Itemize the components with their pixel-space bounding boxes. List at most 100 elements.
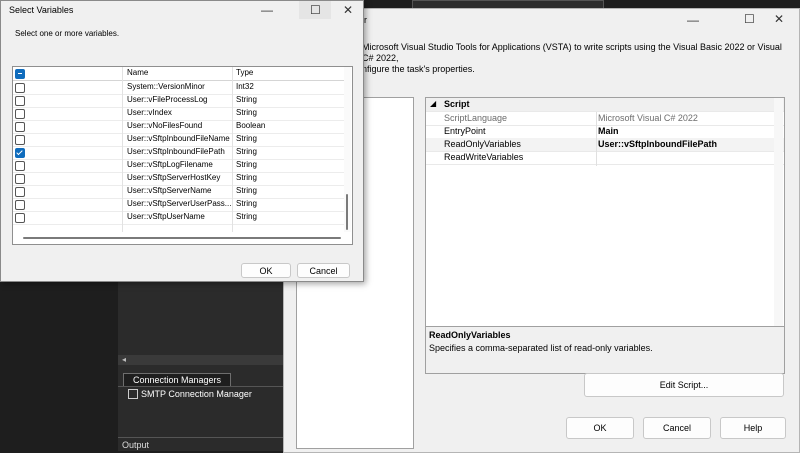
- variable-checkbox[interactable]: [15, 174, 25, 184]
- select-variables-dialog: Select Variables — ☐ ✕ Select one or mor…: [0, 0, 364, 282]
- property-grid[interactable]: ◢ Script ScriptLanguage Microsoft Visual …: [425, 97, 785, 328]
- property-name: ScriptLanguage: [444, 113, 508, 123]
- output-panel-label[interactable]: Output: [122, 440, 149, 450]
- horizontal-scrollbar[interactable]: ◂: [118, 355, 283, 365]
- variable-type: String: [236, 199, 257, 208]
- variable-row[interactable]: User::vSftpServerUserPass... String: [13, 198, 345, 212]
- variable-name: User::vSftpUserName: [127, 212, 205, 221]
- property-row[interactable]: ScriptLanguage Microsoft Visual C# 2022: [426, 112, 784, 126]
- dialog-title: Select Variables: [9, 5, 74, 15]
- select-all-checkbox[interactable]: [15, 69, 25, 79]
- variable-checkbox[interactable]: [15, 135, 25, 145]
- variable-row[interactable]: User::vIndex String: [13, 107, 345, 121]
- variable-checkbox[interactable]: [15, 109, 25, 119]
- variable-name: User::vSftpServerName: [127, 186, 212, 195]
- property-name: ReadOnlyVariables: [444, 139, 521, 149]
- property-value[interactable]: Main: [598, 126, 619, 136]
- variable-type: String: [236, 212, 257, 221]
- variable-type: Int32: [236, 82, 254, 91]
- minimize-icon[interactable]: —: [261, 3, 273, 17]
- divider: [118, 386, 283, 387]
- scroll-left-icon[interactable]: ◂: [122, 355, 126, 364]
- variable-type: String: [236, 160, 257, 169]
- editor-description: Microsoft Visual Studio Tools for Applic…: [362, 42, 792, 75]
- variable-row[interactable]: User::vSftpLogFilename String: [13, 159, 345, 173]
- category-label: Script: [444, 99, 470, 109]
- divider: [118, 437, 283, 438]
- description-line-2: nfigure the task's properties.: [362, 64, 475, 74]
- cancel-button[interactable]: Cancel: [643, 417, 711, 439]
- column-separator: [232, 67, 233, 232]
- variable-checkbox[interactable]: [15, 96, 25, 106]
- variable-row[interactable]: User::vFileProcessLog String: [13, 94, 345, 108]
- description-line-1: Microsoft Visual Studio Tools for Applic…: [362, 42, 782, 63]
- variable-name: User::vSftpServerHostKey: [127, 173, 221, 182]
- variable-checkbox[interactable]: [15, 83, 25, 93]
- variable-name: User::vSftpServerUserPass...: [127, 199, 232, 208]
- variable-row[interactable]: User::vNoFilesFound Boolean: [13, 120, 345, 134]
- dialog-instruction: Select one or more variables.: [15, 29, 120, 38]
- table-header: Name Type: [13, 67, 345, 81]
- help-text: Specifies a comma-separated list of read…: [429, 343, 653, 353]
- property-value[interactable]: User::vSftpInboundFilePath: [598, 139, 717, 149]
- property-row[interactable]: ReadWriteVariables: [426, 151, 784, 165]
- maximize-icon[interactable]: ☐: [310, 3, 321, 17]
- vertical-scrollbar[interactable]: [344, 67, 351, 232]
- variable-name: User::vSftpInboundFilePath: [127, 147, 225, 156]
- property-name: ReadWriteVariables: [444, 152, 524, 162]
- variable-name: User::vNoFilesFound: [127, 121, 203, 130]
- close-icon[interactable]: ✕: [343, 3, 353, 17]
- category-row-script[interactable]: ◢ Script: [426, 98, 784, 112]
- variable-row[interactable]: User::vSftpUserName String: [13, 211, 345, 225]
- edit-script-button[interactable]: Edit Script...: [584, 373, 784, 397]
- variable-checkbox[interactable]: [15, 213, 25, 223]
- variable-checkbox[interactable]: [15, 148, 25, 158]
- cancel-button[interactable]: Cancel: [297, 263, 350, 278]
- variable-type: String: [236, 147, 257, 156]
- scroll-thumb[interactable]: [346, 194, 348, 230]
- column-header-name[interactable]: Name: [127, 68, 148, 77]
- variable-checkbox[interactable]: [15, 187, 25, 197]
- maximize-button[interactable]: ☐: [299, 1, 331, 19]
- variable-name: User::vIndex: [127, 108, 172, 117]
- help-button[interactable]: Help: [720, 417, 786, 439]
- variable-row[interactable]: User::vSftpServerName String: [13, 185, 345, 199]
- property-row[interactable]: EntryPoint Main: [426, 125, 784, 139]
- variable-checkbox[interactable]: [15, 161, 25, 171]
- variable-name: User::vSftpInboundFileName: [127, 134, 230, 143]
- variable-row[interactable]: User::vSftpServerHostKey String: [13, 172, 345, 186]
- help-title: ReadOnlyVariables: [429, 330, 511, 340]
- variable-type: Boolean: [236, 121, 266, 130]
- ok-button[interactable]: OK: [566, 417, 634, 439]
- variable-row[interactable]: User::vSftpInboundFileName String: [13, 133, 345, 147]
- property-row[interactable]: ReadOnlyVariables User::vSftpInboundFileP…: [426, 138, 784, 152]
- collapse-icon[interactable]: ◢: [430, 99, 436, 108]
- minimize-icon[interactable]: —: [687, 13, 699, 27]
- editor-title: r: [364, 15, 367, 25]
- connection-managers-tab[interactable]: Connection Managers: [123, 373, 231, 387]
- property-value[interactable]: Microsoft Visual C# 2022: [598, 113, 698, 123]
- variable-row[interactable]: System::VersionMinor Int32: [13, 81, 345, 95]
- property-help-box: ReadOnlyVariables Specifies a comma-sepa…: [425, 326, 785, 374]
- column-separator: [122, 67, 123, 232]
- variable-name: User::vSftpLogFilename: [127, 160, 213, 169]
- variable-name: System::VersionMinor: [127, 82, 205, 91]
- variable-checkbox[interactable]: [15, 200, 25, 210]
- variable-name: User::vFileProcessLog: [127, 95, 208, 104]
- connection-manager-item[interactable]: SMTP Connection Manager: [128, 389, 252, 399]
- column-header-type[interactable]: Type: [236, 68, 253, 77]
- variable-type: String: [236, 186, 257, 195]
- variable-type: String: [236, 134, 257, 143]
- ok-button[interactable]: OK: [241, 263, 291, 278]
- connection-item-label: SMTP Connection Manager: [141, 389, 252, 399]
- maximize-icon[interactable]: ☐: [744, 12, 755, 26]
- connection-icon: [128, 389, 138, 399]
- close-icon[interactable]: ✕: [774, 12, 784, 26]
- property-name: EntryPoint: [444, 126, 486, 136]
- grid-scrollbar[interactable]: [774, 98, 783, 326]
- variables-table[interactable]: Name Type System::VersionMinor Int32User:…: [12, 66, 353, 245]
- horizontal-scrollbar[interactable]: [23, 237, 341, 239]
- variable-row[interactable]: User::vSftpInboundFilePath String: [13, 146, 345, 160]
- variable-checkbox[interactable]: [15, 122, 25, 132]
- variable-type: String: [236, 95, 257, 104]
